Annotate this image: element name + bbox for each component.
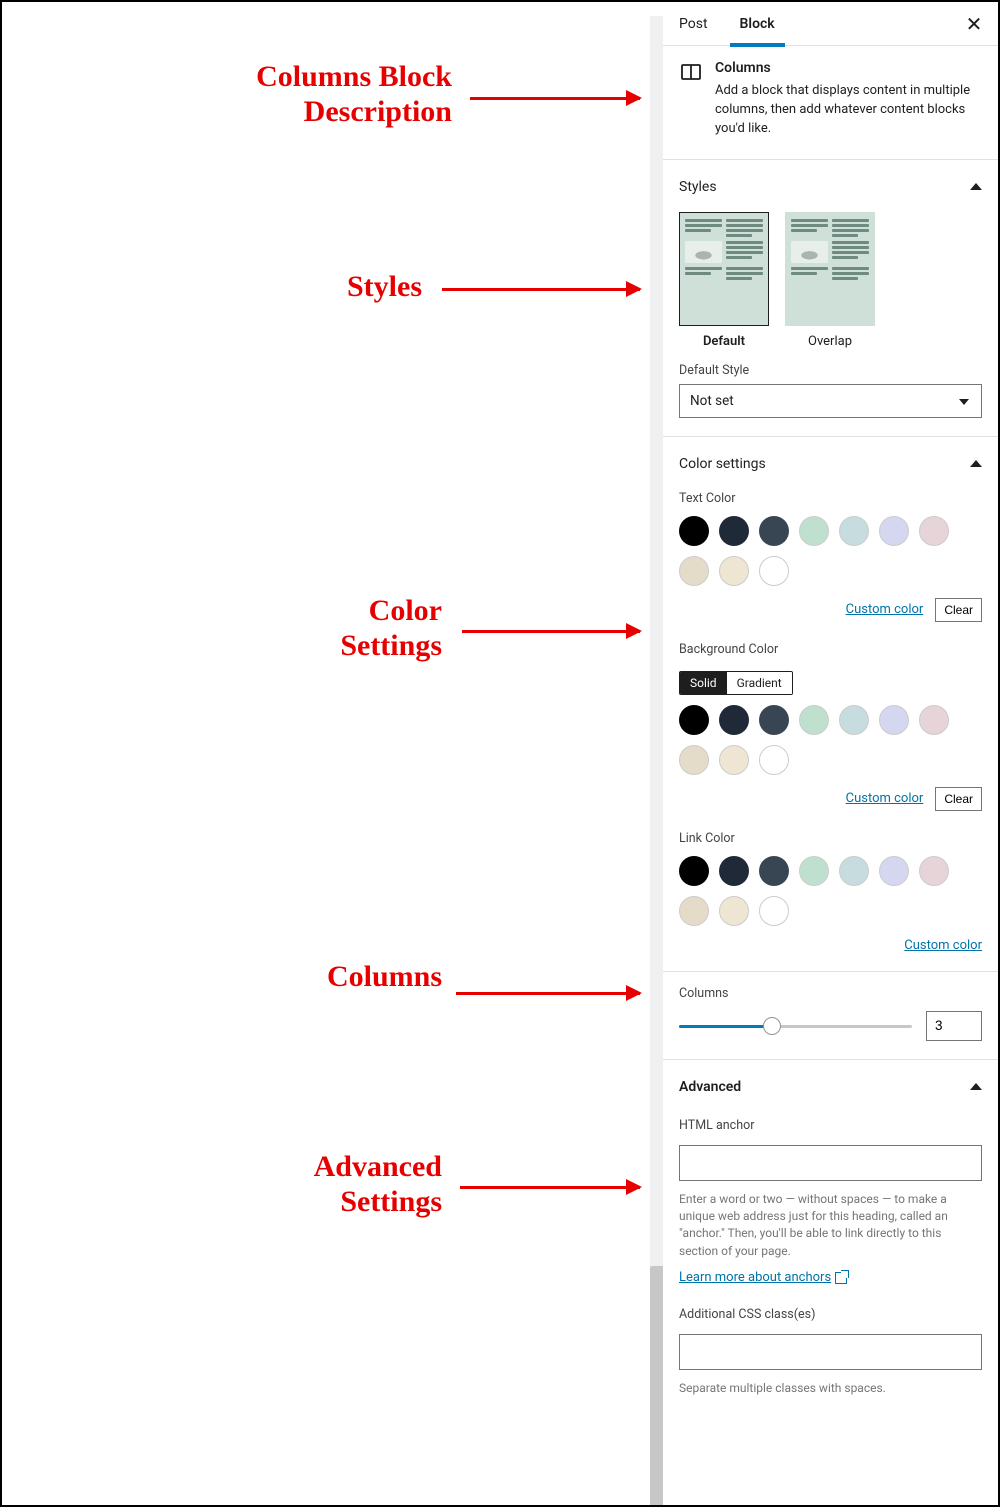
panel-columns: Columns [663, 972, 998, 1060]
external-link-icon [835, 1272, 847, 1284]
custom-color-button[interactable]: Custom color [846, 791, 924, 806]
close-icon: ✕ [966, 12, 983, 36]
arrow-icon [460, 1186, 640, 1189]
annotation-area: Columns Block Description Styles Color S… [2, 2, 662, 1505]
color-swatch[interactable] [679, 556, 709, 586]
html-anchor-input[interactable] [679, 1145, 982, 1181]
color-swatch[interactable] [679, 705, 709, 735]
link-color-swatches [679, 856, 982, 926]
color-swatch[interactable] [719, 516, 749, 546]
columns-slider[interactable] [679, 1014, 912, 1038]
color-swatch[interactable] [759, 745, 789, 775]
arrow-icon [456, 992, 640, 995]
color-swatch[interactable] [879, 516, 909, 546]
color-swatch[interactable] [839, 705, 869, 735]
color-swatch[interactable] [919, 705, 949, 735]
html-anchor-help: Enter a word or two — without spaces — t… [679, 1191, 982, 1261]
arrow-icon [470, 97, 640, 100]
custom-color-button[interactable]: Custom color [904, 938, 982, 953]
arrow-icon [442, 288, 640, 291]
panel-color-settings-header[interactable]: Color settings [679, 451, 982, 477]
color-swatch[interactable] [799, 856, 829, 886]
columns-icon [679, 60, 703, 84]
chevron-up-icon [970, 460, 982, 467]
annotation-advanced-settings: Advanced Settings [272, 1150, 442, 1219]
chevron-up-icon [970, 183, 982, 190]
annotation-columns: Columns [282, 960, 442, 995]
color-swatch[interactable] [759, 896, 789, 926]
color-swatch[interactable] [839, 856, 869, 886]
panel-advanced-header[interactable]: Advanced [679, 1074, 982, 1100]
panel-styles: Styles [663, 160, 998, 437]
color-swatch[interactable] [719, 705, 749, 735]
color-swatch[interactable] [919, 856, 949, 886]
tab-post[interactable]: Post [663, 2, 724, 46]
color-swatch[interactable] [759, 556, 789, 586]
slider-handle[interactable] [763, 1017, 781, 1035]
style-preview-default [679, 212, 769, 326]
color-swatch[interactable] [879, 705, 909, 735]
link-color-label: Link Color [679, 831, 982, 846]
annotation-color-settings: Color Settings [302, 594, 442, 663]
background-color-label: Background Color [679, 642, 982, 657]
app-frame: Columns Block Description Styles Color S… [0, 0, 1000, 1507]
block-description-card: Columns Add a block that displays conten… [663, 46, 998, 160]
color-swatch[interactable] [879, 856, 909, 886]
tab-block[interactable]: Block [724, 2, 791, 46]
color-swatch[interactable] [759, 705, 789, 735]
panel-color-settings: Color settings Text Color Custom color C… [663, 437, 998, 972]
clear-bg-color-button[interactable]: Clear [935, 787, 982, 811]
bg-type-toggle: Solid Gradient [679, 671, 793, 695]
panel-styles-header[interactable]: Styles [679, 174, 982, 200]
color-swatch[interactable] [919, 516, 949, 546]
text-color-swatches [679, 516, 982, 586]
bg-toggle-solid[interactable]: Solid [680, 672, 727, 694]
css-classes-help: Separate multiple classes with spaces. [679, 1380, 982, 1397]
slider-fill [679, 1025, 772, 1028]
style-option-default[interactable]: Default [679, 212, 769, 349]
learn-more-anchors-link[interactable]: Learn more about anchors [679, 1270, 847, 1285]
close-sidebar-button[interactable]: ✕ [960, 10, 988, 38]
color-swatch[interactable] [719, 896, 749, 926]
block-title: Columns [715, 60, 982, 76]
text-color-label: Text Color [679, 491, 982, 506]
color-swatch[interactable] [799, 705, 829, 735]
sidebar-tabs: Post Block ✕ [663, 2, 998, 46]
annotation-styles: Styles [302, 270, 422, 305]
scrollbar-thumb[interactable] [650, 1266, 664, 1507]
columns-label: Columns [679, 986, 982, 1001]
color-swatch[interactable] [679, 516, 709, 546]
arrow-icon [462, 630, 640, 633]
css-classes-input[interactable] [679, 1334, 982, 1370]
bg-toggle-gradient[interactable]: Gradient [727, 672, 792, 694]
custom-color-button[interactable]: Custom color [846, 602, 924, 617]
panel-advanced: Advanced HTML anchor Enter a word or two… [663, 1060, 998, 1416]
clear-text-color-button[interactable]: Clear [935, 598, 982, 622]
color-swatch[interactable] [759, 856, 789, 886]
html-anchor-label: HTML anchor [679, 1118, 982, 1133]
color-swatch[interactable] [719, 745, 749, 775]
color-swatch[interactable] [759, 516, 789, 546]
css-classes-label: Additional CSS class(es) [679, 1307, 982, 1322]
color-swatch[interactable] [719, 556, 749, 586]
default-style-select[interactable]: Not set [679, 384, 982, 418]
chevron-up-icon [970, 1083, 982, 1090]
color-swatch[interactable] [839, 516, 869, 546]
columns-count-input[interactable] [926, 1011, 982, 1041]
block-description-text: Add a block that displays content in mul… [715, 82, 982, 139]
annotation-block-description: Columns Block Description [232, 60, 452, 129]
color-swatch[interactable] [719, 856, 749, 886]
scrollbar-track[interactable] [650, 16, 664, 1505]
style-option-overlap[interactable]: Overlap [785, 212, 875, 349]
style-preview-overlap [785, 212, 875, 326]
color-swatch[interactable] [679, 896, 709, 926]
bg-color-swatches [679, 705, 982, 775]
color-swatch[interactable] [679, 745, 709, 775]
default-style-label: Default Style [679, 363, 982, 378]
color-swatch[interactable] [799, 516, 829, 546]
color-swatch[interactable] [679, 856, 709, 886]
block-settings-sidebar: Post Block ✕ Columns Add a block that di… [663, 2, 998, 1505]
